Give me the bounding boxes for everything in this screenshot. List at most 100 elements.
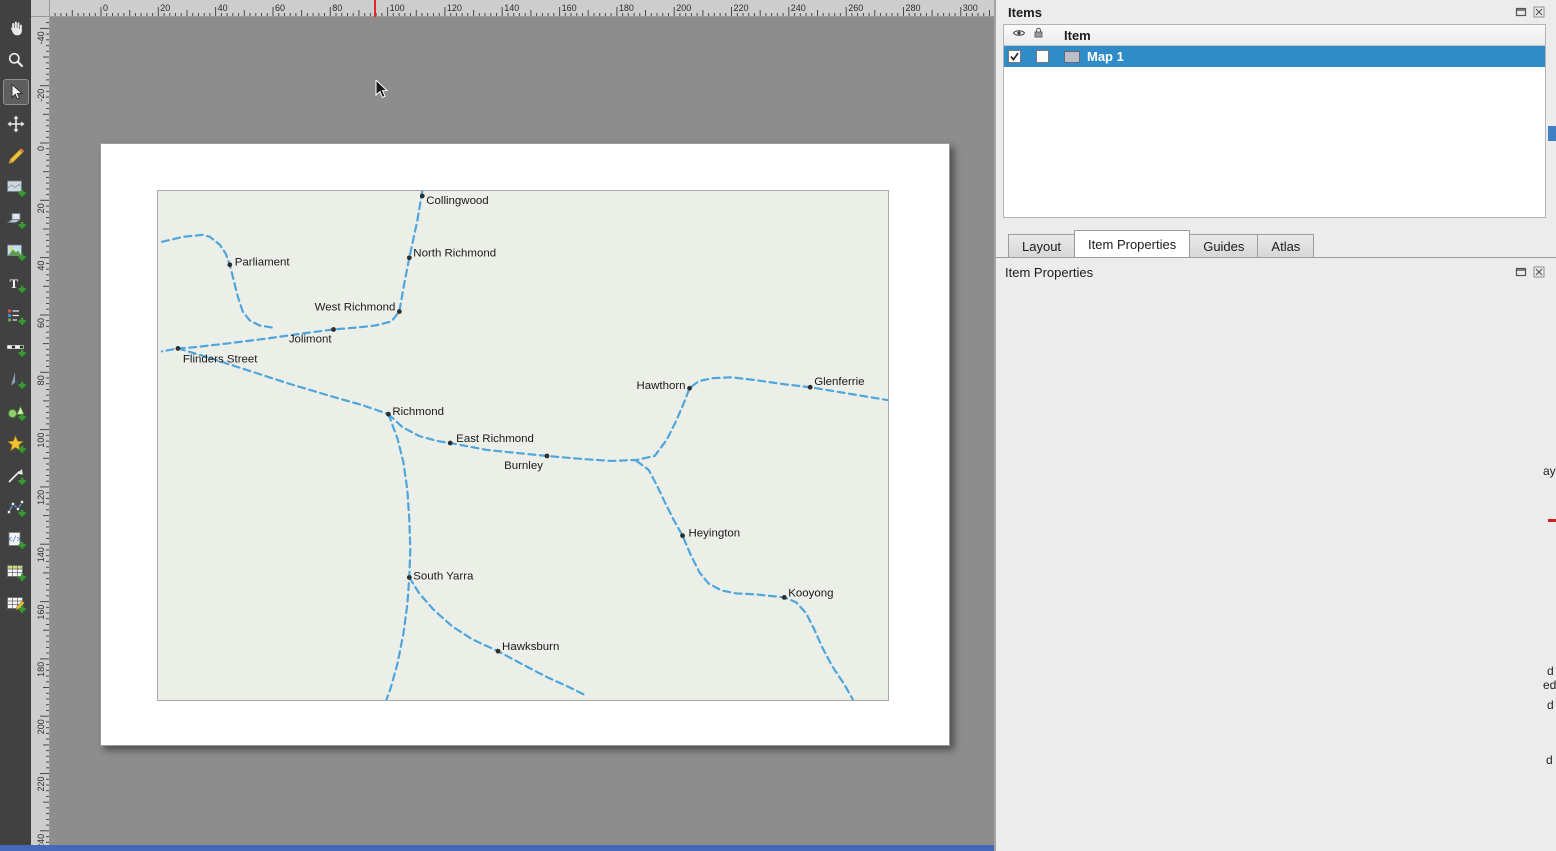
- add-attribute-table-icon: [6, 562, 26, 582]
- ruler-corner: [31, 0, 50, 17]
- svg-text:T: T: [9, 276, 18, 291]
- add-map-icon: [6, 178, 26, 198]
- add-shape-icon: [6, 402, 26, 422]
- items-panel-close-button[interactable]: [1532, 5, 1546, 19]
- items-panel-title: Items: [1008, 5, 1042, 20]
- pencil-icon: [6, 146, 26, 166]
- svg-text:</>: </>: [7, 535, 21, 544]
- svg-text:Parliament: Parliament: [235, 257, 291, 269]
- close-icon: [1533, 266, 1545, 278]
- add-picture-icon: [6, 242, 26, 262]
- svg-text:Burnley: Burnley: [504, 460, 543, 472]
- railway-map: CollingwoodNorth RichmondParliamentWest …: [158, 191, 888, 700]
- edge-fragment-text: ay: [1543, 464, 1556, 478]
- svg-text:Glenferrie: Glenferrie: [814, 376, 864, 388]
- svg-text:-20: -20: [36, 89, 46, 102]
- visibility-checkbox[interactable]: [1008, 50, 1021, 63]
- add-arrow-tool[interactable]: [4, 464, 28, 488]
- svg-text:80: 80: [36, 375, 46, 385]
- add-fixed-table-tool[interactable]: [4, 592, 28, 616]
- right-dock-area: Items Item: [996, 0, 1556, 851]
- items-list-header: Item: [1004, 25, 1545, 46]
- magnifier-icon: [6, 50, 26, 70]
- svg-text:Jolimont: Jolimont: [289, 333, 332, 345]
- svg-text:West Richmond: West Richmond: [315, 302, 396, 314]
- map-item-map-1[interactable]: CollingwoodNorth RichmondParliamentWest …: [157, 190, 889, 701]
- add-label-tool[interactable]: T: [4, 272, 28, 296]
- add-legend-tool[interactable]: [4, 304, 28, 328]
- items-list: Item Map 1: [1003, 24, 1546, 218]
- item-properties-titlebar: Item Properties: [996, 260, 1556, 284]
- edit-nodes-item-tool[interactable]: [4, 144, 28, 168]
- edge-fragment-red: [1548, 519, 1556, 522]
- select-arrow-icon: [6, 82, 26, 102]
- items-panel-titlebar: Items: [996, 0, 1556, 24]
- add-shape-tool[interactable]: [4, 400, 28, 424]
- layout-page: CollingwoodNorth RichmondParliamentWest …: [100, 143, 950, 746]
- add-3d-map-tool[interactable]: [4, 208, 28, 232]
- layout-toolbar: T </>: [0, 0, 31, 851]
- tab-layout[interactable]: Layout: [1008, 234, 1075, 257]
- add-map-tool[interactable]: [4, 176, 28, 200]
- visibility-column-eye-icon: [1010, 26, 1032, 44]
- svg-text:Flinders Street: Flinders Street: [183, 353, 258, 365]
- item-properties-close-button[interactable]: [1532, 265, 1546, 279]
- item-properties-float-button[interactable]: [1514, 265, 1528, 279]
- move-arrows-icon: [6, 114, 26, 134]
- svg-text:140: 140: [36, 547, 46, 562]
- add-html-icon: </>: [6, 530, 26, 550]
- svg-text:Richmond: Richmond: [392, 406, 444, 418]
- svg-text:300: 300: [963, 3, 978, 13]
- svg-text:South Yarra: South Yarra: [413, 570, 474, 582]
- bottom-strip: [0, 845, 994, 851]
- items-panel-float-button[interactable]: [1514, 5, 1528, 19]
- move-item-content-tool[interactable]: [4, 112, 28, 136]
- add-scale-bar-icon: [6, 338, 26, 358]
- lock-checkbox[interactable]: [1036, 50, 1049, 63]
- float-icon: [1515, 6, 1527, 18]
- item-properties-title: Item Properties: [1005, 265, 1093, 280]
- add-picture-tool[interactable]: [4, 240, 28, 264]
- svg-text:280: 280: [906, 3, 921, 13]
- add-node-item-tool[interactable]: [4, 496, 28, 520]
- svg-text:220: 220: [36, 777, 46, 792]
- svg-text:Hawthorn: Hawthorn: [636, 380, 685, 392]
- horizontal-ruler: 0204060801001201401601802002202402602803…: [50, 0, 994, 17]
- zoom-tool[interactable]: [4, 48, 28, 72]
- svg-text:180: 180: [619, 3, 634, 13]
- add-3d-map-icon: [6, 210, 26, 230]
- qgis-layout-window: T </> 02040608: [0, 0, 1556, 851]
- edge-fragment-blue: [1548, 126, 1556, 141]
- svg-text:0: 0: [103, 3, 108, 13]
- svg-text:160: 160: [562, 3, 577, 13]
- edge-fragment-text: ed: [1543, 678, 1556, 692]
- svg-text:240: 240: [791, 3, 806, 13]
- svg-text:Hawksburn: Hawksburn: [502, 641, 559, 653]
- add-scale-bar-tool[interactable]: [4, 336, 28, 360]
- svg-text:140: 140: [504, 3, 519, 13]
- add-attribute-table-tool[interactable]: [4, 560, 28, 584]
- add-north-arrow-tool[interactable]: [4, 368, 28, 392]
- add-marker-tool[interactable]: [4, 432, 28, 456]
- svg-text:200: 200: [36, 719, 46, 734]
- add-node-item-icon: [6, 498, 26, 518]
- svg-text:60: 60: [275, 3, 285, 13]
- layout-canvas[interactable]: CollingwoodNorth RichmondParliamentWest …: [50, 17, 994, 851]
- tab-item-properties[interactable]: Item Properties: [1074, 230, 1190, 257]
- tab-guides[interactable]: Guides: [1189, 234, 1258, 257]
- svg-text:260: 260: [848, 3, 863, 13]
- add-html-tool[interactable]: </>: [4, 528, 28, 552]
- pan-tool[interactable]: [4, 16, 28, 40]
- select-move-item-tool[interactable]: [4, 80, 28, 104]
- item-row-map-1[interactable]: Map 1: [1004, 46, 1545, 67]
- add-north-arrow-icon: [6, 370, 26, 390]
- vertical-ruler: -40-20020406080100120140160180200220240: [31, 0, 50, 851]
- float-icon: [1515, 266, 1527, 278]
- tab-atlas[interactable]: Atlas: [1257, 234, 1314, 257]
- edge-fragment-text: d: [1546, 753, 1553, 767]
- add-fixed-table-icon: [6, 594, 26, 614]
- edge-fragment-text: d: [1547, 698, 1554, 712]
- add-marker-star-icon: [6, 434, 26, 454]
- item-column-header: Item: [1064, 28, 1091, 43]
- svg-text:20: 20: [36, 203, 46, 213]
